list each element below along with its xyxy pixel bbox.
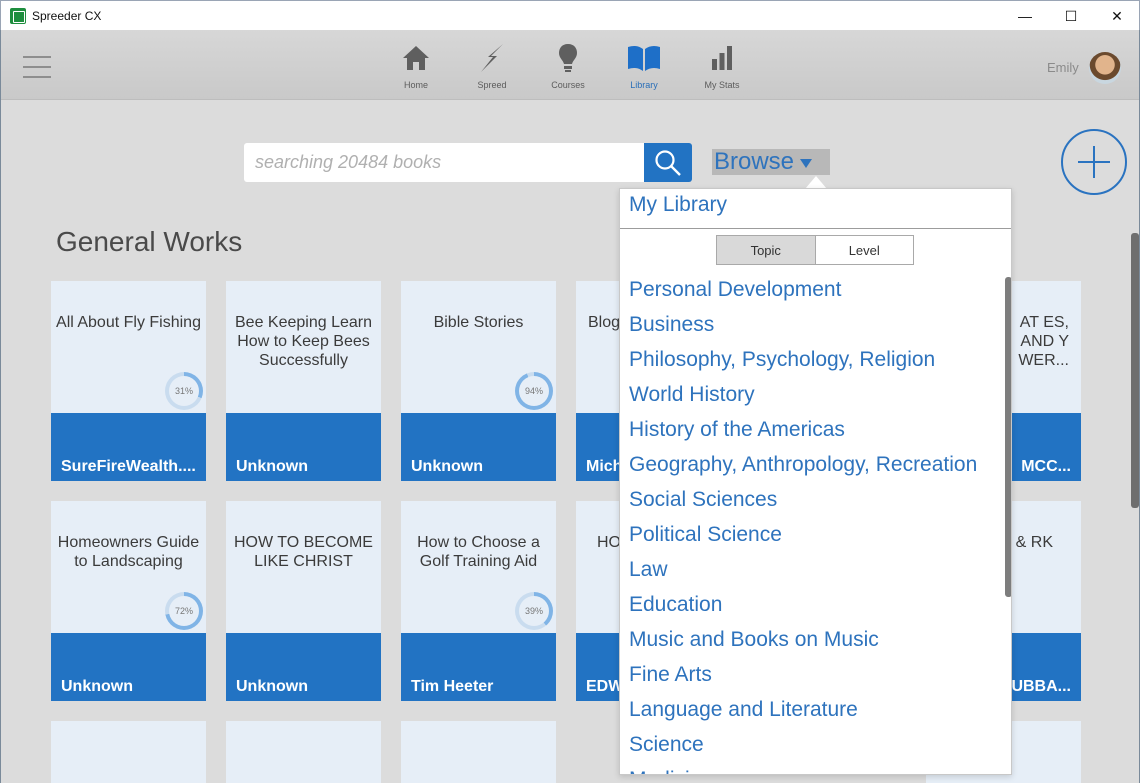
nav-my-stats[interactable]: My Stats (687, 40, 757, 96)
divider (620, 228, 1011, 229)
top-navigation: Home Spreed Courses Library My Stats Emi… (1, 30, 1139, 100)
category-list: Personal Development Business Philosophy… (629, 272, 1009, 774)
book-icon (628, 45, 660, 71)
search-icon (655, 149, 681, 176)
book-card[interactable] (51, 721, 206, 783)
book-card[interactable]: All About Fly Fishing 31% SureFireWealth… (51, 281, 206, 481)
book-author: Unknown (401, 413, 556, 481)
window-title: Spreeder CX (32, 9, 102, 23)
category-item[interactable]: Education (629, 587, 1009, 622)
home-icon (403, 46, 429, 70)
book-card[interactable] (401, 721, 556, 783)
category-item[interactable]: Political Science (629, 517, 1009, 552)
progress-ring: 31% (165, 372, 203, 410)
lightbulb-icon (559, 44, 577, 72)
search-input[interactable] (244, 143, 646, 182)
book-card[interactable] (226, 721, 381, 783)
browse-dropdown: My Library Topic Level Personal Developm… (619, 188, 1012, 775)
book-author: Tim Heeter (401, 633, 556, 701)
browse-button[interactable]: Browse (712, 149, 830, 175)
nav-library[interactable]: Library (609, 40, 679, 96)
book-card[interactable]: HOW TO BECOME LIKE CHRIST Unknown (226, 501, 381, 701)
category-item[interactable]: Law (629, 552, 1009, 587)
progress-ring: 94% (515, 372, 553, 410)
book-card[interactable]: How to Choose a Golf Training Aid 39% Ti… (401, 501, 556, 701)
search-button[interactable] (644, 143, 692, 182)
lightning-icon (481, 44, 503, 72)
category-item[interactable]: Fine Arts (629, 657, 1009, 692)
main-scrollbar[interactable] (1131, 233, 1139, 508)
progress-ring: 72% (165, 592, 203, 630)
book-card[interactable]: Homeowners Guide to Landscaping 72% Unkn… (51, 501, 206, 701)
level-tab[interactable]: Level (815, 236, 913, 264)
category-item[interactable]: Language and Literature (629, 692, 1009, 727)
avatar[interactable] (1089, 52, 1121, 84)
nav-home-label: Home (403, 80, 428, 90)
window-titlebar: Spreeder CX — ☐ ✕ (0, 0, 1140, 30)
my-library-link[interactable]: My Library (629, 193, 727, 217)
nav-my-stats-label: My Stats (704, 80, 740, 90)
progress-percent: 94% (519, 376, 549, 406)
book-title: Bee Keeping Learn How to Keep Bees Succe… (235, 314, 372, 369)
book-author: Unknown (51, 633, 206, 701)
book-author: SureFireWealth.... (51, 413, 206, 481)
book-title: Homeowners Guide to Landscaping (57, 534, 200, 570)
dropdown-scrollbar[interactable] (1005, 277, 1011, 597)
book-title: All About Fly Fishing (56, 314, 201, 331)
book-author: Unknown (226, 633, 381, 701)
progress-ring: 39% (515, 592, 553, 630)
bar-chart-icon (712, 46, 732, 70)
topic-tab[interactable]: Topic (717, 236, 816, 264)
progress-percent: 72% (169, 596, 199, 626)
book-title: How to Choose a Golf Training Aid (417, 534, 540, 570)
caret-down-icon (800, 159, 813, 168)
book-title: HOW TO BECOME LIKE CHRIST (234, 534, 373, 570)
category-item[interactable]: Music and Books on Music (629, 622, 1009, 657)
app-icon (10, 8, 26, 24)
category-item[interactable]: History of the Americas (629, 412, 1009, 447)
category-item[interactable]: Philosophy, Psychology, Religion (629, 342, 1009, 377)
user-name[interactable]: Emily (1047, 60, 1079, 75)
category-item[interactable]: Personal Development (629, 272, 1009, 307)
nav-library-label: Library (630, 80, 658, 90)
section-title: General Works (56, 226, 243, 257)
nav-spreed[interactable]: Spreed (457, 40, 527, 96)
browse-label: Browse (714, 148, 795, 175)
search-box (244, 143, 646, 182)
book-card[interactable]: Bee Keeping Learn How to Keep Bees Succe… (226, 281, 381, 481)
category-item[interactable]: Medicine (629, 762, 1009, 774)
category-item[interactable]: Science (629, 727, 1009, 762)
nav-courses[interactable]: Courses (533, 40, 603, 96)
nav-spreed-label: Spreed (477, 80, 507, 90)
progress-percent: 39% (519, 596, 549, 626)
hamburger-menu-icon[interactable] (23, 56, 51, 78)
progress-percent: 31% (169, 376, 199, 406)
category-item[interactable]: World History (629, 377, 1009, 412)
category-item[interactable]: Business (629, 307, 1009, 342)
browse-mode-toggle: Topic Level (716, 235, 914, 265)
nav-home[interactable]: Home (381, 40, 451, 96)
minimize-button[interactable]: — (1002, 1, 1048, 31)
book-author: Unknown (226, 413, 381, 481)
book-card[interactable]: Bible Stories 94% Unknown (401, 281, 556, 481)
window-border-left (0, 30, 1, 783)
book-title: Bible Stories (433, 314, 524, 331)
maximize-button[interactable]: ☐ (1048, 1, 1094, 31)
nav-courses-label: Courses (551, 80, 585, 90)
category-item[interactable]: Social Sciences (629, 482, 1009, 517)
close-button[interactable]: ✕ (1094, 1, 1140, 31)
category-item[interactable]: Geography, Anthropology, Recreation (629, 447, 1009, 482)
add-book-button[interactable] (1061, 129, 1127, 195)
